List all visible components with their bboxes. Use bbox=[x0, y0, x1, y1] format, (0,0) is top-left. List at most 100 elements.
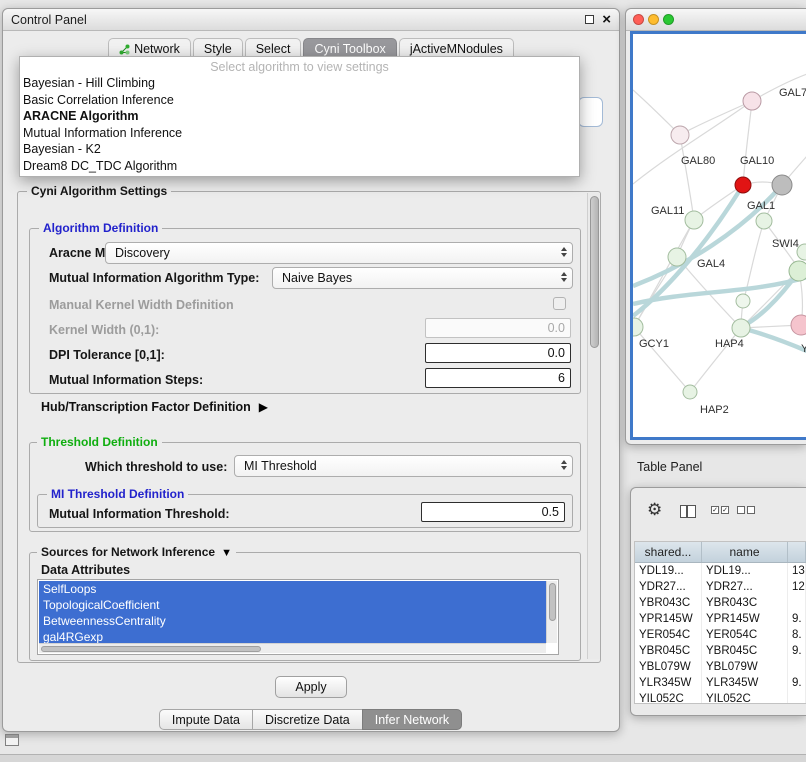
table-cell: YIL052C bbox=[635, 691, 702, 704]
network-node[interactable] bbox=[743, 92, 761, 110]
table-cell: YDR27... bbox=[702, 579, 788, 595]
network-window-titlebar[interactable] bbox=[626, 9, 806, 31]
network-edge[interactable] bbox=[633, 90, 680, 135]
partial-control[interactable] bbox=[578, 97, 603, 127]
list-vertical-scrollbar[interactable] bbox=[546, 581, 557, 643]
network-edge[interactable] bbox=[633, 101, 752, 184]
dpi-tolerance-input[interactable] bbox=[425, 343, 571, 363]
algorithm-option[interactable]: Mutual Information Inference bbox=[20, 125, 579, 142]
close-window-icon[interactable]: × bbox=[602, 14, 611, 25]
attribute-item[interactable]: SelfLoops bbox=[39, 581, 546, 597]
settings-group-title: Cyni Algorithm Settings bbox=[27, 184, 171, 198]
close-window-icon[interactable] bbox=[633, 14, 644, 25]
network-edge[interactable] bbox=[743, 101, 752, 185]
mi-steps-input[interactable] bbox=[425, 368, 571, 388]
attribute-item[interactable]: TopologicalCoefficient bbox=[39, 597, 546, 613]
checked-box-icon: ✓ bbox=[711, 506, 719, 514]
table-row[interactable]: YIL052CYIL052C bbox=[635, 691, 806, 704]
algorithm-option[interactable]: Bayesian - Hill Climbing bbox=[20, 75, 579, 92]
network-node[interactable] bbox=[772, 175, 792, 195]
attribute-item[interactable]: BetweennessCentrality bbox=[39, 613, 546, 629]
kernel-width-input bbox=[425, 318, 571, 338]
node-label: HAP4 bbox=[715, 338, 744, 350]
table-cell: 12 bbox=[788, 579, 806, 595]
table-cell: YBR045C bbox=[635, 643, 702, 659]
network-node[interactable] bbox=[736, 294, 750, 308]
zoom-window-icon[interactable] bbox=[663, 14, 674, 25]
unchecked-box-icon bbox=[737, 506, 745, 514]
table-row[interactable]: YBL079WYBL079W bbox=[635, 659, 806, 675]
node-label: Y bbox=[801, 343, 806, 355]
network-node[interactable] bbox=[735, 177, 751, 193]
algorithm-option[interactable]: ARACNE Algorithm bbox=[20, 108, 579, 125]
network-node[interactable] bbox=[633, 318, 643, 336]
algorithm-option[interactable]: Bayesian - K2 bbox=[20, 141, 579, 158]
table-cell: 9. bbox=[788, 611, 806, 627]
scrollbar-thumb[interactable] bbox=[41, 646, 261, 652]
table-cell bbox=[788, 595, 806, 611]
network-node[interactable] bbox=[789, 261, 806, 281]
attribute-item[interactable]: gal4RGexp bbox=[39, 629, 546, 643]
table-header-row: shared...name bbox=[635, 542, 806, 563]
tab-infer-network[interactable]: Infer Network bbox=[362, 709, 462, 730]
table-cell: YPR145W bbox=[635, 611, 702, 627]
column-header[interactable] bbox=[788, 542, 806, 562]
deselect-all-icon[interactable] bbox=[737, 506, 755, 514]
table-row[interactable]: YPR145WYPR145W9. bbox=[635, 611, 806, 627]
collapsed-panel-icon[interactable] bbox=[5, 734, 19, 746]
node-label: GAL11 bbox=[651, 205, 684, 217]
which-threshold-select[interactable]: MI Threshold bbox=[234, 455, 573, 477]
apply-button[interactable]: Apply bbox=[275, 676, 347, 698]
tab-label: Cyni Toolbox bbox=[314, 42, 385, 56]
node-table: shared...name YDL19...YDL19...13YDR27...… bbox=[634, 541, 806, 704]
tab-discretize-data[interactable]: Discretize Data bbox=[252, 709, 363, 730]
node-label: GAL10 bbox=[740, 155, 774, 167]
tab-impute-data[interactable]: Impute Data bbox=[159, 709, 253, 730]
table-row[interactable]: YLR345WYLR345W9. bbox=[635, 675, 806, 691]
mi-threshold-input[interactable] bbox=[421, 502, 565, 522]
scrollbar-thumb[interactable] bbox=[549, 583, 556, 621]
node-label: GAL1 bbox=[747, 200, 775, 212]
which-threshold-label: Which threshold to use: bbox=[85, 457, 227, 477]
network-node[interactable] bbox=[732, 319, 750, 337]
control-panel-titlebar[interactable]: Control Panel × bbox=[3, 9, 619, 31]
network-edge[interactable] bbox=[680, 101, 752, 135]
gear-icon[interactable]: ⚙ bbox=[647, 501, 662, 519]
tab-label: Select bbox=[256, 42, 291, 56]
network-node[interactable] bbox=[756, 213, 772, 229]
network-node[interactable] bbox=[683, 385, 697, 399]
network-node[interactable] bbox=[668, 248, 686, 266]
combo-stepper-icon bbox=[561, 247, 567, 257]
settings-scrollbar[interactable] bbox=[587, 193, 600, 659]
table-row[interactable]: YDL19...YDL19...13 bbox=[635, 563, 806, 579]
network-node[interactable] bbox=[791, 315, 806, 335]
mi-type-select[interactable]: Naive Bayes bbox=[272, 267, 573, 289]
column-header[interactable]: name bbox=[702, 542, 788, 562]
aracne-mode-value: Discovery bbox=[115, 246, 170, 260]
list-horizontal-scrollbar[interactable] bbox=[39, 643, 546, 653]
column-header[interactable]: shared... bbox=[635, 542, 702, 562]
network-edge[interactable] bbox=[634, 327, 690, 392]
select-all-icon[interactable]: ✓ ✓ bbox=[711, 506, 729, 514]
column-selector-icon[interactable] bbox=[680, 505, 696, 518]
algorithm-option[interactable]: Basic Correlation Inference bbox=[20, 92, 579, 109]
aracne-mode-select[interactable]: Discovery bbox=[105, 242, 573, 264]
sources-group-title[interactable]: Sources for Network Inference▼ bbox=[37, 545, 236, 559]
hub-definition-toggle[interactable]: Hub/Transcription Factor Definition ▶ bbox=[41, 397, 268, 417]
network-node[interactable] bbox=[671, 126, 689, 144]
manual-kernel-checkbox[interactable] bbox=[553, 297, 566, 310]
table-row[interactable]: YDR27...YDR27...12 bbox=[635, 579, 806, 595]
algorithm-option[interactable]: Dream8 DC_TDC Algorithm bbox=[20, 158, 579, 175]
collapsed-arrow-icon[interactable]: ▶ bbox=[259, 400, 268, 414]
minimize-window-icon[interactable] bbox=[648, 14, 659, 25]
network-node[interactable] bbox=[685, 211, 703, 229]
float-window-icon[interactable] bbox=[585, 15, 594, 24]
expanded-arrow-icon[interactable]: ▼ bbox=[221, 547, 232, 559]
table-row[interactable]: YBR043CYBR043C bbox=[635, 595, 806, 611]
mi-type-value: Naive Bayes bbox=[282, 271, 352, 285]
scrollbar-thumb[interactable] bbox=[590, 196, 599, 348]
table-cell: YBL079W bbox=[635, 659, 702, 675]
table-row[interactable]: YER054CYER054C8. bbox=[635, 627, 806, 643]
node-label: GAL80 bbox=[681, 155, 715, 167]
table-row[interactable]: YBR045CYBR045C9. bbox=[635, 643, 806, 659]
